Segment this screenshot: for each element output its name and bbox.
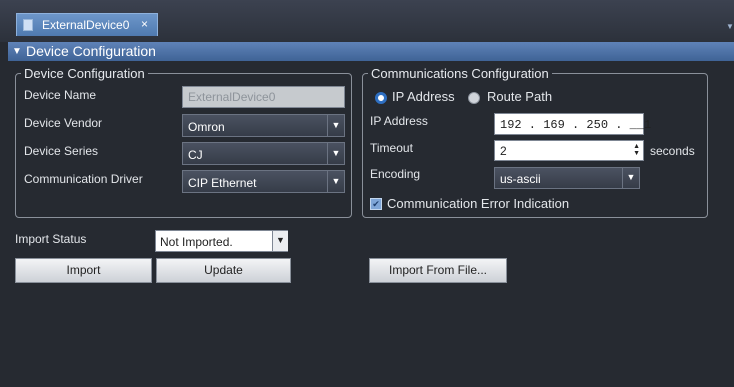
import-status-select[interactable]: Not Imported. ▼ (155, 230, 288, 252)
import-button[interactable]: Import (15, 258, 152, 283)
collapse-arrow-icon: ▼ (12, 46, 22, 57)
encoding-select[interactable]: us-ascii ▼ (494, 167, 640, 189)
timeout-value: 2 (500, 144, 507, 158)
device-series-value: CJ (188, 148, 203, 162)
ip-address-field[interactable]: 192 . 169 . 250 . __1 (494, 113, 651, 135)
encoding-label: Encoding (370, 167, 421, 181)
import-status-label: Import Status (15, 232, 87, 246)
update-button[interactable]: Update (156, 258, 291, 283)
import-from-file-button[interactable]: Import From File... (369, 258, 507, 283)
device-name-label: Device Name (24, 88, 97, 102)
group-legend: Device Configuration (24, 66, 145, 81)
spin-up-icon[interactable]: ▲ (633, 143, 640, 150)
editor-window: ExternalDevice0 × ▼ ▼ Device Configurati… (0, 0, 734, 387)
encoding-value: us-ascii (500, 172, 541, 186)
ip-address-radio[interactable] (375, 92, 387, 104)
tab-title: ExternalDevice0 (42, 18, 130, 32)
device-vendor-select[interactable]: Omron ▼ (182, 114, 345, 137)
chevron-down-icon[interactable]: ▼ (726, 22, 734, 31)
dropdown-arrow-icon[interactable]: ▼ (327, 143, 344, 164)
spin-down-icon[interactable]: ▼ (633, 150, 640, 157)
dropdown-arrow-icon[interactable]: ▼ (327, 171, 344, 192)
route-path-radio-label[interactable]: Route Path (487, 89, 552, 104)
ip-address-label: IP Address (370, 114, 428, 128)
device-name-value: ExternalDevice0 (188, 90, 276, 104)
device-icon (23, 19, 33, 31)
section-header-device-configuration[interactable]: ▼ Device Configuration (8, 42, 734, 61)
spin-buttons[interactable]: ▲ ▼ (633, 143, 640, 157)
section-title: Device Configuration (26, 43, 156, 59)
device-vendor-label: Device Vendor (24, 116, 103, 130)
ip-address-value: 192 . 169 . 250 . __1 (500, 118, 652, 132)
device-vendor-value: Omron (188, 120, 225, 134)
communication-error-indication-checkbox[interactable]: ✔ (370, 198, 382, 210)
close-icon[interactable]: × (141, 17, 148, 31)
tab-bar: ExternalDevice0 × ▼ (0, 0, 734, 42)
device-series-select[interactable]: CJ ▼ (182, 142, 345, 165)
route-path-radio[interactable] (468, 92, 480, 104)
tab-external-device[interactable]: ExternalDevice0 × (16, 13, 158, 36)
communication-driver-label: Communication Driver (24, 172, 143, 186)
communication-driver-select[interactable]: CIP Ethernet ▼ (182, 170, 345, 193)
timeout-label: Timeout (370, 141, 413, 155)
device-series-label: Device Series (24, 144, 99, 158)
device-name-field: ExternalDevice0 (182, 86, 345, 108)
communication-driver-value: CIP Ethernet (188, 176, 257, 190)
dropdown-arrow-icon[interactable]: ▼ (272, 231, 288, 251)
communication-error-indication-label[interactable]: Communication Error Indication (387, 196, 569, 211)
ip-address-radio-label[interactable]: IP Address (392, 89, 455, 104)
dropdown-arrow-icon[interactable]: ▼ (622, 168, 639, 188)
dropdown-arrow-icon[interactable]: ▼ (327, 115, 344, 136)
timeout-unit-label: seconds (650, 144, 695, 158)
group-legend: Communications Configuration (371, 66, 549, 81)
timeout-stepper[interactable]: 2 ▲ ▼ (494, 140, 644, 161)
import-status-value: Not Imported. (160, 235, 233, 249)
